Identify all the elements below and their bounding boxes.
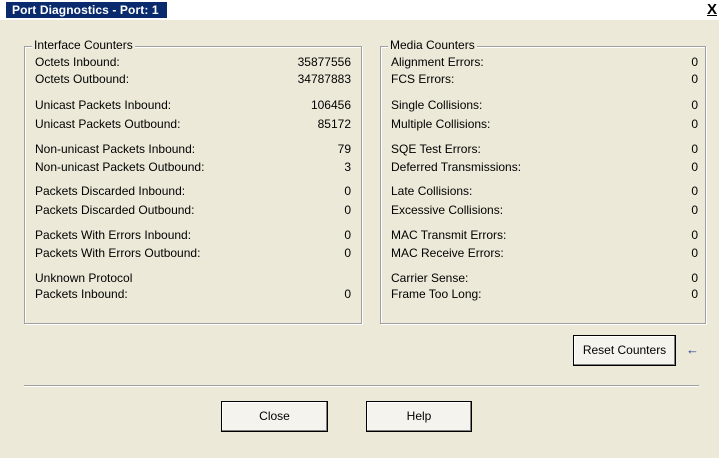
counter-label: Unicast Packets Outbound: bbox=[35, 117, 181, 131]
counter-row: MAC Transmit Errors: 0 bbox=[381, 228, 705, 243]
help-button[interactable]: Help bbox=[366, 401, 472, 432]
close-icon[interactable]: X bbox=[707, 1, 717, 18]
counter-row: Unicast Packets Inbound: 106456 bbox=[25, 98, 361, 113]
counter-row: Excessive Collisions: 0 bbox=[381, 203, 705, 218]
counter-row: Frame Too Long: 0 bbox=[381, 287, 705, 302]
counter-row: Octets Outbound: 34787883 bbox=[25, 72, 361, 87]
counter-label: Non-unicast Packets Outbound: bbox=[35, 160, 205, 174]
counter-label: MAC Receive Errors: bbox=[391, 246, 504, 260]
counter-label: Frame Too Long: bbox=[391, 287, 482, 301]
counter-row: Octets Inbound: 35877556 bbox=[25, 55, 361, 70]
media-counters-legend: Media Counters bbox=[388, 38, 477, 52]
counter-row: Packets With Errors Inbound: 0 bbox=[25, 228, 361, 243]
reset-counters-button[interactable]: Reset Counters bbox=[573, 335, 676, 366]
counter-value: 0 bbox=[691, 55, 698, 69]
counter-value: 0 bbox=[344, 203, 351, 217]
counter-label: Alignment Errors: bbox=[391, 55, 484, 69]
counter-label: Excessive Collisions: bbox=[391, 203, 504, 217]
counter-value: 79 bbox=[337, 142, 351, 156]
counter-row: Deferred Transmissions: 0 bbox=[381, 160, 705, 175]
close-button[interactable]: Close bbox=[221, 401, 328, 432]
counter-row: Non-unicast Packets Outbound: 3 bbox=[25, 160, 361, 175]
counter-value: 3 bbox=[344, 160, 351, 174]
counter-row: Carrier Sense: 0 bbox=[381, 271, 705, 286]
counter-label: Packets Discarded Inbound: bbox=[35, 184, 186, 198]
counter-value: 0 bbox=[691, 228, 698, 242]
counter-label: Non-unicast Packets Inbound: bbox=[35, 142, 196, 156]
counter-value: 0 bbox=[344, 184, 351, 198]
counter-label: Deferred Transmissions: bbox=[391, 160, 522, 174]
counter-value: 0 bbox=[691, 72, 698, 86]
divider bbox=[24, 385, 699, 387]
counter-row: Multiple Collisions: 0 bbox=[381, 117, 705, 132]
counter-row: SQE Test Errors: 0 bbox=[381, 142, 705, 157]
counter-label: Unicast Packets Inbound: bbox=[35, 98, 172, 112]
counter-row: Packets With Errors Outbound: 0 bbox=[25, 246, 361, 261]
port-diagnostics-dialog: Port Diagnostics - Port: 1 X Interface C… bbox=[0, 0, 719, 458]
counter-value: 0 bbox=[344, 228, 351, 242]
counter-value: 0 bbox=[691, 184, 698, 198]
counter-value: 0 bbox=[344, 287, 351, 301]
interface-counters-legend: Interface Counters bbox=[32, 38, 135, 52]
counter-row: Packets Discarded Inbound: 0 bbox=[25, 184, 361, 199]
counter-row: MAC Receive Errors: 0 bbox=[381, 246, 705, 261]
media-counters-group: Media Counters Alignment Errors: 0 FCS Er… bbox=[380, 38, 706, 324]
window-title: Port Diagnostics - Port: 1 bbox=[6, 2, 167, 18]
counter-value: 0 bbox=[691, 271, 698, 285]
counter-label: Packets Discarded Outbound: bbox=[35, 203, 195, 217]
counter-value: 0 bbox=[691, 287, 698, 301]
counter-label: Multiple Collisions: bbox=[391, 117, 491, 131]
interface-counters-group: Interface Counters Octets Inbound: 358775… bbox=[24, 38, 362, 324]
counter-value: 0 bbox=[344, 246, 351, 260]
counter-label: Octets Inbound: bbox=[35, 55, 120, 69]
counter-row: Unknown Protocol bbox=[25, 271, 361, 286]
counter-row: FCS Errors: 0 bbox=[381, 72, 705, 87]
counter-row: Alignment Errors: 0 bbox=[381, 55, 705, 70]
left-arrow-icon: ← bbox=[686, 342, 699, 357]
title-bar: Port Diagnostics - Port: 1 X bbox=[0, 0, 719, 20]
counter-value: 34787883 bbox=[297, 72, 351, 86]
counter-row: Packets Inbound: 0 bbox=[25, 287, 361, 302]
counter-value: 35877556 bbox=[297, 55, 351, 69]
counter-row: Packets Discarded Outbound: 0 bbox=[25, 203, 361, 218]
counter-row: Late Collisions: 0 bbox=[381, 184, 705, 199]
counter-row: Unicast Packets Outbound: 85172 bbox=[25, 117, 361, 132]
counter-label: FCS Errors: bbox=[391, 72, 455, 86]
counter-label: Packets Inbound: bbox=[35, 287, 128, 301]
counter-label: Octets Outbound: bbox=[35, 72, 130, 86]
counter-value: 0 bbox=[691, 160, 698, 174]
counter-label: Late Collisions: bbox=[391, 184, 473, 198]
counter-row: Single Collisions: 0 bbox=[381, 98, 705, 113]
counter-value: 0 bbox=[691, 203, 698, 217]
counter-label: Carrier Sense: bbox=[391, 271, 469, 285]
counter-value: 0 bbox=[691, 98, 698, 112]
counter-label: MAC Transmit Errors: bbox=[391, 228, 507, 242]
counter-value: 0 bbox=[691, 246, 698, 260]
counter-label: SQE Test Errors: bbox=[391, 142, 481, 156]
counter-value: 85172 bbox=[317, 117, 351, 131]
counter-value: 0 bbox=[691, 142, 698, 156]
counter-value: 0 bbox=[691, 117, 698, 131]
counter-label: Single Collisions: bbox=[391, 98, 483, 112]
counter-value: 106456 bbox=[310, 98, 351, 112]
counter-label: Packets With Errors Inbound: bbox=[35, 228, 192, 242]
counter-label: Packets With Errors Outbound: bbox=[35, 246, 201, 260]
counter-label: Unknown Protocol bbox=[35, 271, 133, 285]
counter-row: Non-unicast Packets Inbound: 79 bbox=[25, 142, 361, 157]
